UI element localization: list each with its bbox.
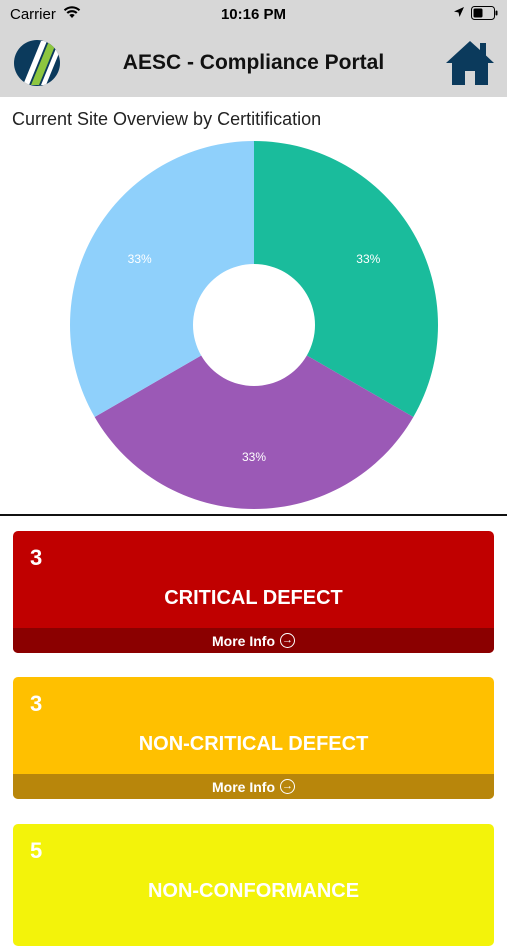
non-critical-defect-card: 3 NON-CRITICAL DEFECT More Info →: [13, 677, 494, 799]
non-critical-more-info-button[interactable]: More Info →: [13, 774, 494, 799]
more-info-label: More Info: [212, 778, 275, 795]
home-button[interactable]: [445, 39, 495, 87]
critical-defect-title: CRITICAL DEFECT: [164, 587, 343, 609]
status-bar: Carrier 10:16 PM: [0, 0, 507, 30]
company-logo-icon: [14, 40, 60, 86]
non-conformance-count: 5: [30, 838, 43, 863]
slice-label-1: 33%: [242, 450, 266, 464]
critical-more-info-button[interactable]: More Info →: [13, 628, 494, 653]
arrow-right-circle-icon: →: [280, 779, 295, 794]
critical-defect-card: 3 CRITICAL DEFECT More Info →: [13, 531, 494, 653]
critical-defect-count: 3: [30, 545, 43, 570]
slice-label-2: 33%: [128, 252, 152, 266]
home-icon: [446, 41, 494, 85]
page-title: AESC - Compliance Portal: [122, 51, 385, 74]
location-arrow-icon: [454, 7, 464, 17]
status-time: 10:16 PM: [220, 6, 287, 23]
non-critical-defect-title: NON-CRITICAL DEFECT: [138, 733, 369, 755]
battery-icon: [471, 6, 498, 20]
donut-chart: 33% 33% 33%: [70, 141, 438, 509]
donut-slice-0: [254, 141, 438, 417]
arrow-right-circle-icon: →: [280, 633, 295, 648]
slice-label-0: 33%: [356, 252, 380, 266]
donut-slice-2: [70, 141, 254, 417]
chart-title: Current Site Overview by Certitification: [12, 109, 322, 129]
app-header: AESC - Compliance Portal: [0, 30, 507, 97]
chart-section: 33% 33% 33% Current Site Overview by Certi…: [0, 97, 507, 515]
non-conformance-card: 5 NON-CONFORMANCE: [13, 824, 494, 946]
non-critical-defect-count: 3: [30, 691, 43, 716]
more-info-label: More Info: [212, 632, 275, 649]
section-divider: [0, 514, 507, 516]
